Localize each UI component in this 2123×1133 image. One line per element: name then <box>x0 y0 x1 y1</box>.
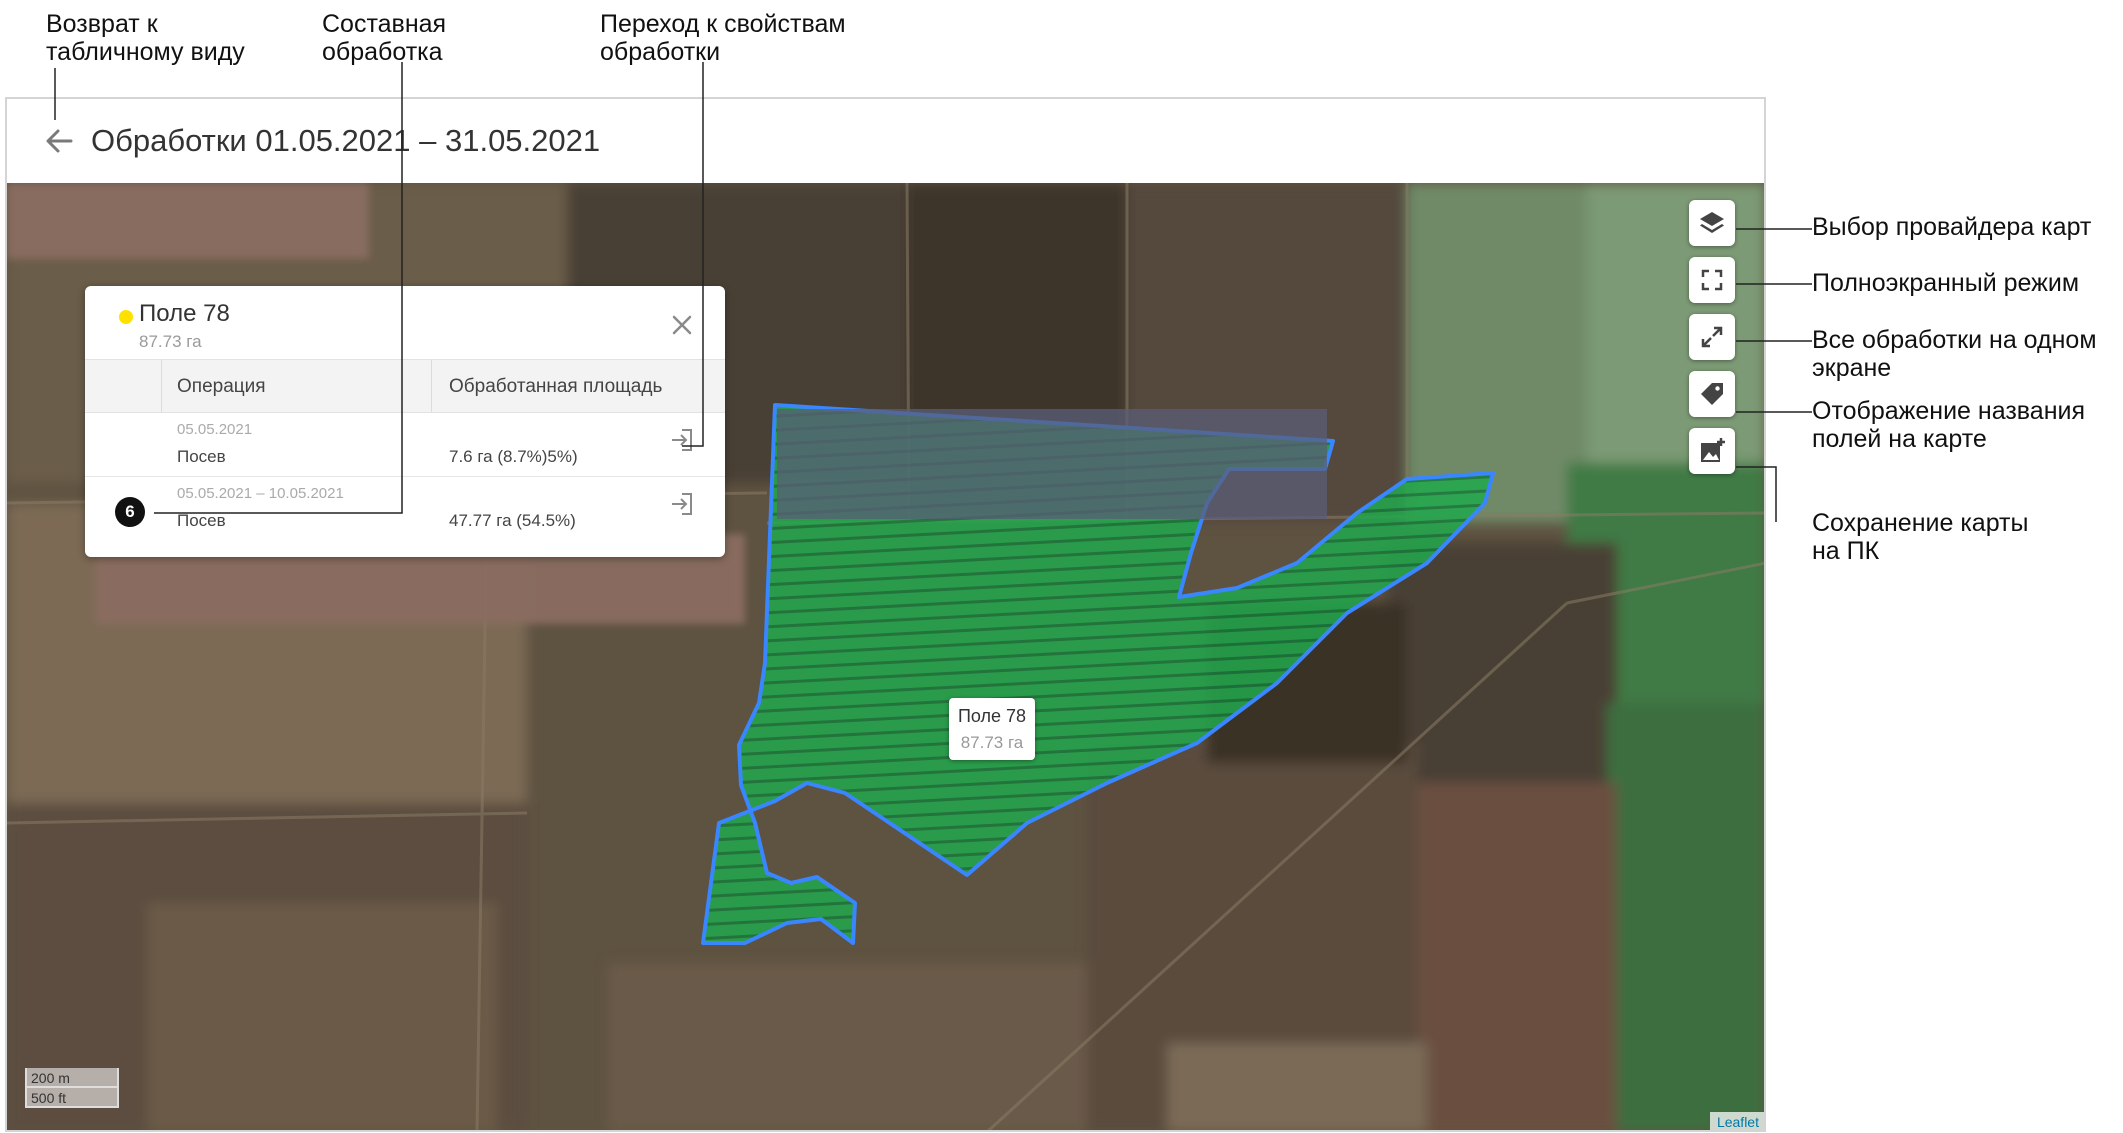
map-provider-button[interactable] <box>1689 200 1735 246</box>
page-title: Обработки 01.05.2021 – 31.05.2021 <box>91 123 601 158</box>
field-names-toggle-button[interactable] <box>1689 371 1735 417</box>
tag-icon <box>1701 383 1723 405</box>
layers-icon <box>1700 212 1724 233</box>
login-arrow-icon <box>672 429 692 451</box>
map-field-label-area: 87.73 га <box>960 733 1024 752</box>
annotation-map-provider: Выбор провайдера карт <box>1812 213 2092 241</box>
close-icon <box>672 315 692 335</box>
fullscreen-button[interactable] <box>1689 257 1735 303</box>
annotation-save-map: Сохранение карты на ПК <box>1812 509 2029 565</box>
operation-date: 05.05.2021 – 10.05.2021 <box>177 485 344 502</box>
login-arrow-icon <box>672 493 692 515</box>
field-info-popup: Поле 78 87.73 га Операция Обработанная п… <box>85 286 725 557</box>
map-field-label[interactable]: Поле 78 87.73 га <box>949 698 1035 760</box>
annotation-show-field-names: Отображение названия полей на карте <box>1812 397 2085 453</box>
arrow-left-icon <box>46 129 73 153</box>
app-window: Обработки 01.05.2021 – 31.05.2021 Поле 7… <box>5 97 1766 1132</box>
operations-table-header: Операция Обработанная площадь <box>85 359 725 413</box>
close-popup-button[interactable] <box>667 310 697 340</box>
annotation-back-to-table: Возврат к табличному виду <box>46 10 245 66</box>
column-separator <box>161 360 162 412</box>
annotation-fullscreen: Полноэкранный режим <box>1812 269 2080 297</box>
operation-area: 7.6 га (8.7%)5%) <box>449 447 578 466</box>
fit-all-processings-button[interactable] <box>1689 314 1735 360</box>
operation-date: 05.05.2021 <box>177 421 253 438</box>
app-header: Обработки 01.05.2021 – 31.05.2021 <box>7 99 1764 191</box>
annotation-all-on-screen: Все обработки на одном экране <box>1812 326 2097 382</box>
popup-field-area: 87.73 га <box>139 332 202 351</box>
column-header-operation: Операция <box>177 376 266 397</box>
operation-row-composite[interactable]: 6 05.05.2021 – 10.05.2021 Посев 47.77 га… <box>85 477 725 541</box>
operation-row[interactable]: 05.05.2021 Посев 7.6 га (8.7%)5%) <box>85 413 725 477</box>
scale-imperial: 500 ft <box>25 1088 119 1108</box>
annotation-goto-properties: Переход к свойствам обработки <box>600 10 846 66</box>
save-map-button[interactable] <box>1689 428 1735 474</box>
map-field-label-name: Поле 78 <box>957 706 1027 726</box>
column-header-processed-area: Обработанная площадь <box>449 376 663 397</box>
scale-bar: 200 m 500 ft <box>25 1068 119 1108</box>
expand-arrows-icon <box>1701 326 1723 348</box>
back-button[interactable] <box>37 119 81 163</box>
goto-properties-button[interactable] <box>667 425 697 455</box>
annotation-composite-processing: Составная обработка <box>322 10 447 66</box>
goto-properties-button[interactable] <box>667 489 697 519</box>
operation-area: 47.77 га (54.5%) <box>449 511 576 530</box>
operation-name: Посев <box>177 511 226 530</box>
redacted-region <box>7 183 369 259</box>
scale-metric: 200 m <box>25 1068 119 1088</box>
column-separator <box>431 360 432 412</box>
popup-field-name: Поле 78 <box>139 300 230 327</box>
field-color-dot <box>119 310 133 324</box>
operation-name: Посев <box>177 447 226 466</box>
image-save-icon <box>1701 438 1725 462</box>
fullscreen-icon <box>1701 269 1723 291</box>
composite-count-badge: 6 <box>115 497 145 527</box>
leaflet-attribution-link[interactable]: Leaflet <box>1709 1112 1764 1130</box>
map-canvas[interactable]: Поле 78 87.73 га Операция Обработанная п… <box>7 183 1764 1130</box>
